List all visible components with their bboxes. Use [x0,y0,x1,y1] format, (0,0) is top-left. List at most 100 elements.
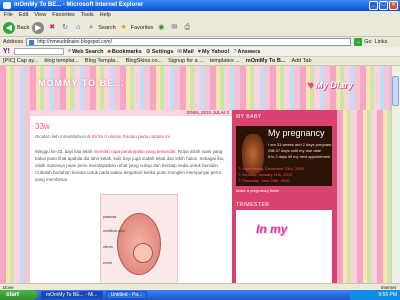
sidebar: MY BABY My pregnancy I am 33 weeks and 2… [232,110,337,290]
diary-logo-text: My Diary [315,80,353,90]
yahoo-search-input[interactable] [14,48,64,55]
page-icon [29,40,35,45]
page-content: MOMMY TO BE... ♥ My Diary ISNIN, 2010 JUL… [0,66,400,290]
system-tray: 9:55 PM [350,290,400,300]
ie-icon [3,2,11,9]
taskbar-item-paint[interactable]: Untitled - Pa... [105,291,148,299]
meta-author: Dicatat oleh mmeddahusi di [35,134,91,139]
close-button[interactable]: × [389,1,398,10]
maximize-button[interactable]: □ [379,1,388,10]
figure-label-uterus: uterus [103,245,113,249]
mail-icon[interactable]: ✉ [169,23,179,33]
links-label[interactable]: Links [375,39,388,45]
home-icon[interactable]: ⌂ [73,23,84,33]
tab-mommy[interactable]: mOmMy To B... [246,58,286,64]
go-button[interactable]: → Go [354,38,372,46]
my-yahoo-button[interactable]: ♥ My Yahoo! [198,49,230,55]
address-bar: Address http://nmeuddinaini.blogspot.com… [0,37,400,47]
search-label: Search [98,25,116,31]
post-title[interactable]: 33w [35,122,50,131]
menu-favorites[interactable]: Favorites [52,11,75,20]
inmy-logo: In my [256,222,288,236]
web-search-button[interactable]: ⌕ Web Search [68,48,103,55]
tab-cap[interactable]: [PIC] Cap ay... [3,58,38,64]
mail-button[interactable]: ✉ Mail [177,49,193,55]
figure-label-umbilical: umbilical cord [103,229,125,233]
add-tab-button[interactable]: Add Tab [291,58,311,64]
favorites-button[interactable]: ★ Favorites [119,23,154,33]
menu-file[interactable]: File [4,11,13,20]
window-title: mOmMy To BE... - Microsoft Internet Expl… [14,2,144,8]
gear-icon: ⚙ [145,48,151,55]
taskbar: start mOmMy To BE... - Mi... Untitled - … [0,290,400,300]
bookmarks-button[interactable]: ■ Bookmarks [107,49,141,55]
figure-label-placenta: placenta [103,215,117,219]
menu-tools[interactable]: Tools [81,11,94,20]
browser-window: mOmMy To BE... - Microsoft Internet Expl… [0,0,400,300]
permalink-link[interactable]: Pautan pada catatan ini [123,134,170,139]
menu-edit[interactable]: Edit [19,11,28,20]
go-label: Go [364,39,372,45]
menu-view[interactable]: View [34,11,46,20]
stop-icon[interactable]: ✖ [47,23,58,33]
meta-time-link[interactable]: 09:55 [92,134,103,139]
menu-bar: File Edit View Favorites Tools Help [0,11,400,20]
favorites-tabs-bar: [PIC] Cap ay... blog templat... Blog Tem… [0,57,400,66]
ticker-red-line-2: T: Monday, January 11th, 2010 [238,172,293,177]
back-button[interactable]: ◀ Back [3,22,29,34]
tab-blogskins[interactable]: BlogSkins.co... [126,58,162,64]
favorites-label: Favorites [130,25,154,31]
yahoo-logo[interactable]: Y! [3,48,10,55]
tab-signup[interactable]: Signup for a ... [168,58,204,64]
minimize-button[interactable]: _ [369,1,378,10]
answers-button[interactable]: ? Answers [233,49,260,55]
answers-label: Answers [237,48,261,55]
print-icon[interactable]: ⎙ [182,23,192,33]
ticker-red-line-1: T: Wednesday, December 23rd, 2009 [238,166,304,171]
start-button[interactable]: start [0,290,38,300]
back-arrow-icon: ◀ [3,22,15,34]
navigation-toolbar: ◀ Back ▶ ✖ ↻ ⌂ ⌕ Search ★ Favorites ◉ ✉ … [0,20,400,37]
post-meta: Dicatat oleh mmeddahusi di 09:55 0 ulasa… [35,134,170,139]
search-button[interactable]: ⌕ Search [86,23,115,33]
forward-button[interactable]: ▶ [32,22,45,34]
ticker-line-3: It is 2 days till my next appointment [268,154,331,159]
blog-header: MOMMY TO BE... ♥ My Diary [0,66,391,102]
menu-help[interactable]: Help [100,11,111,20]
answers-icon: ? [233,48,237,55]
trimester-title: TRIMESTER [236,202,270,208]
ticker-red-line-3: T: Thursday, June 24th, 2010 [238,178,290,183]
ticker-caption-link[interactable]: Make a pregnancy ticker [236,188,280,193]
tab-templates[interactable]: templates ... [210,58,240,64]
figure-label-cervix: cervix [103,261,113,265]
tab-blog-templa[interactable]: Blog Templa... [85,58,120,64]
sidebar-title: MY BABY [236,114,262,120]
settings-button[interactable]: ⚙ Settings [146,49,174,55]
heart-icon: ♥ [307,80,314,91]
taskbar-item-browser[interactable]: mOmMy To BE... - Mi... [41,291,103,299]
address-input[interactable]: http://nmeuddinaini.blogspot.com/ [26,38,352,46]
address-url: http://nmeuddinaini.blogspot.com/ [37,39,112,45]
post-body-text-1: Minggu ke-33, bayi kita telah [35,149,94,154]
scrollbar-thumb[interactable] [392,76,399,106]
bookmark-icon: ■ [107,48,111,55]
yahoo-toolbar: Y! ⌕ Web Search ■ Bookmarks ⚙ Settings ✉ Mai… [0,47,400,57]
post-body: Minggu ke-33, bayi kita telah memiliki r… [35,148,227,183]
decorative-stripes [337,110,391,290]
my-yahoo-label: My Yahoo! [202,48,230,55]
settings-label: Settings [151,48,174,55]
go-arrow-icon: → [354,38,363,46]
address-label: Address [3,39,24,45]
clock: 9:55 PM [378,292,397,298]
media-icon[interactable]: ◉ [156,23,166,33]
mail-icon: ✉ [177,48,183,55]
refresh-icon[interactable]: ↻ [60,23,71,33]
pregnancy-ticker[interactable]: My pregnancy I am 33 weeks and 2 days pr… [236,126,332,186]
search-icon: ⌕ [68,48,72,54]
bookmarks-label: Bookmarks [111,48,142,55]
ticker-line-1: I am 33 weeks and 2 days pregnant [268,142,332,147]
tab-blog-template[interactable]: blog templat... [44,58,79,64]
comments-link[interactable]: 0 ulasan [104,134,121,139]
blog-title[interactable]: MOMMY TO BE... [38,78,125,88]
blog-post: 33w Dicatat oleh mmeddahusi di 09:55 0 u… [30,116,232,290]
